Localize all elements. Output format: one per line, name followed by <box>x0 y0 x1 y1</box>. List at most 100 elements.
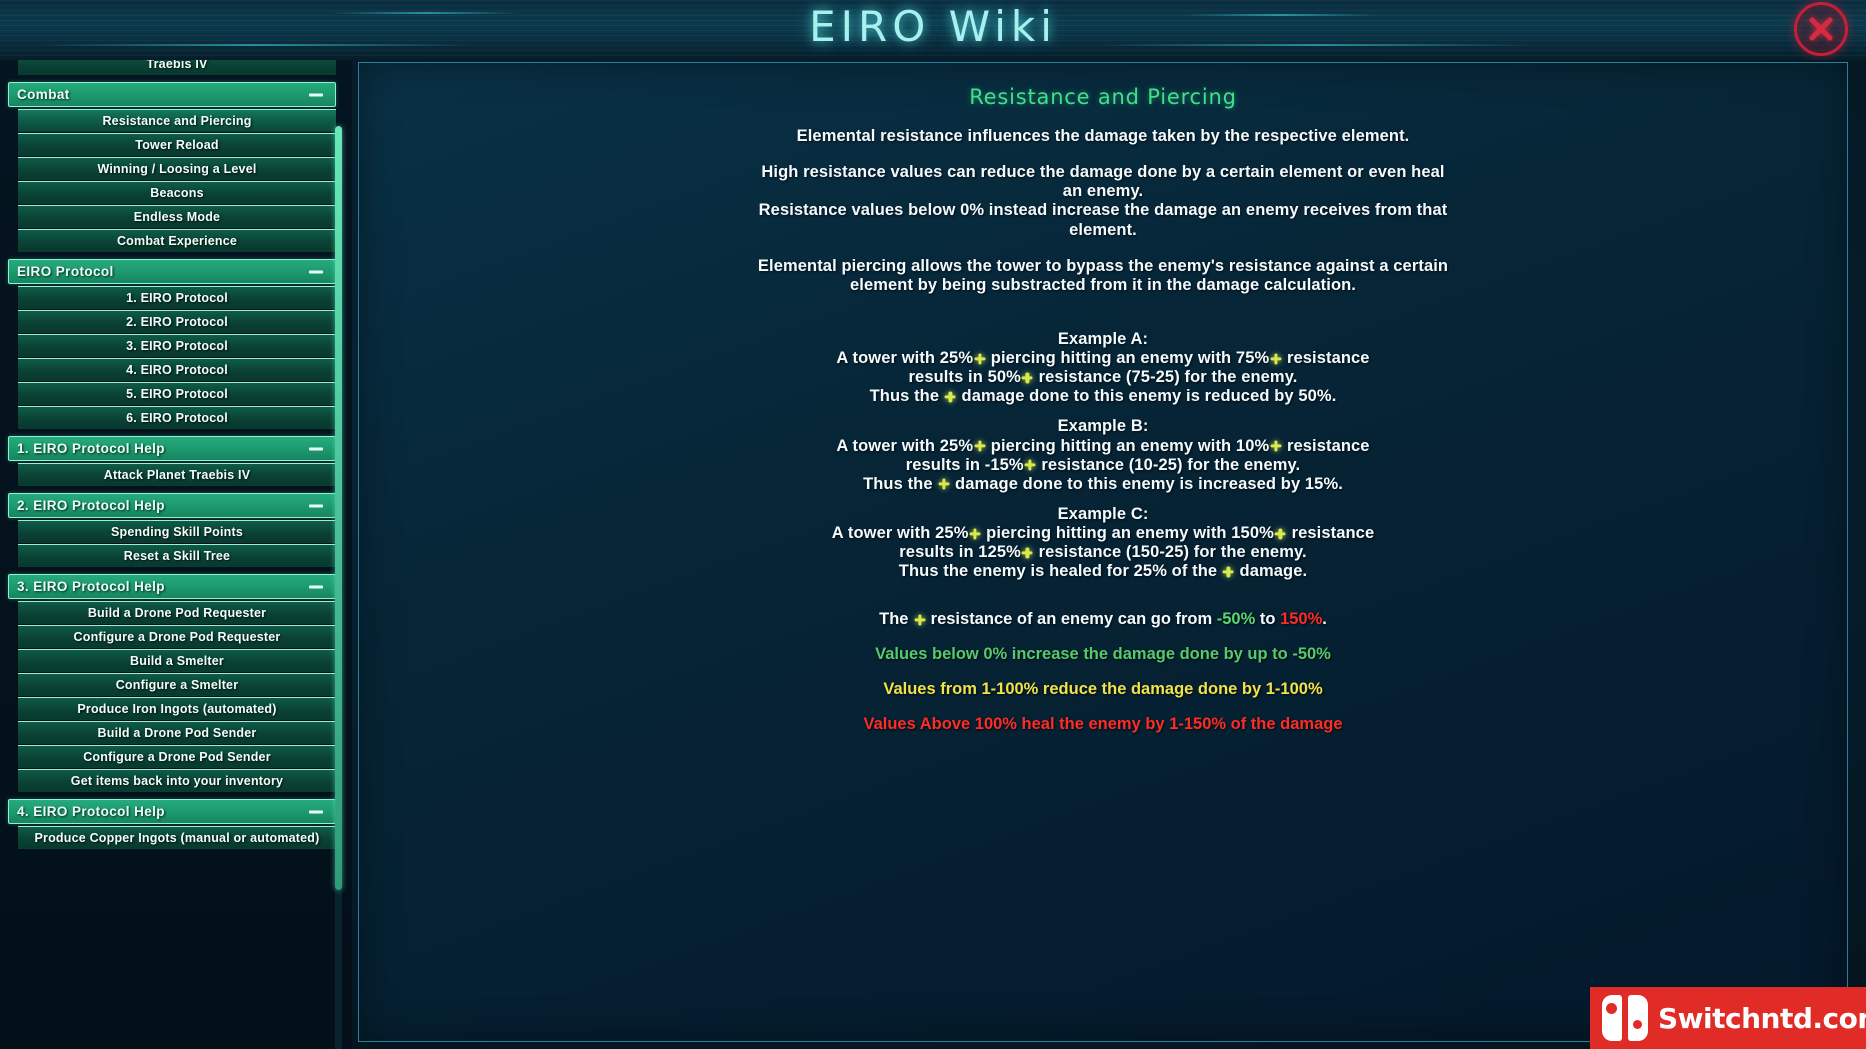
minus-icon[interactable] <box>309 504 323 507</box>
example-line1-part3: resistance <box>1286 349 1370 367</box>
range-mid: resistance of an enemy can go from <box>930 610 1213 629</box>
sidebar-item-label: Spending Skill Points <box>111 524 243 539</box>
range-joiner: to <box>1259 610 1276 629</box>
sidebar-item[interactable]: Configure a Drone Pod Sender <box>18 745 336 768</box>
example-block: Example C: A tower with 25% piercing hitt… <box>449 505 1757 582</box>
resistance-line-4: element. <box>1069 220 1137 239</box>
sidebar-item[interactable]: Tower Reload <box>18 133 336 156</box>
example-title: Example A: <box>1057 329 1149 348</box>
resistance-line-2: an enemy. <box>1062 182 1144 201</box>
range-low-value: -50% <box>1216 610 1256 629</box>
example-line3-part2: damage done to this enemy is reduced by … <box>961 387 1337 406</box>
sidebar-section-header[interactable]: EIRO Protocol <box>8 259 336 284</box>
example-line1-part3: resistance <box>1286 436 1370 455</box>
sidebar-item[interactable]: Spending Skill Points <box>18 520 336 543</box>
sidebar-item[interactable]: 6. EIRO Protocol <box>18 406 336 429</box>
example-line1-part1: A tower with 25% <box>836 436 974 455</box>
sidebar-section-header[interactable]: 3. EIRO Protocol Help <box>8 574 336 599</box>
sidebar-item[interactable]: Produce Copper Ingots (manual or automat… <box>18 826 336 849</box>
example-line2-part1: results in -15% <box>905 455 1024 474</box>
sidebar-item[interactable]: Configure a Drone Pod Requester <box>18 625 336 648</box>
sidebar-item[interactable]: Winning / Loosing a Level <box>18 157 336 180</box>
example-body: A tower with 25% piercing hitting an ene… <box>449 349 1757 406</box>
sidebar-item-label: Configure a Smelter <box>115 677 239 692</box>
sidebar-item-label: Endless Mode <box>133 209 221 224</box>
minus-icon[interactable] <box>309 93 323 96</box>
piercing-line-2: element by being substracted from it in … <box>850 275 1356 294</box>
sidebar-item[interactable]: 3. EIRO Protocol <box>18 334 336 357</box>
example-line2-part2: resistance (150-25) for the enemy. <box>1038 543 1307 562</box>
sidebar-item-label: Combat Experience <box>116 233 238 248</box>
sidebar-item[interactable]: Beacons <box>18 181 336 204</box>
sidebar-section-header[interactable]: 2. EIRO Protocol Help <box>8 493 336 518</box>
sidebar-item[interactable]: Configure a Smelter <box>18 673 336 696</box>
sidebar-item-label: 5. EIRO Protocol <box>126 386 228 401</box>
minus-icon[interactable] <box>309 810 323 813</box>
sidebar-section-header[interactable]: Combat <box>8 82 336 107</box>
piercing-paragraph: Elemental piercing allows the tower to b… <box>449 257 1757 295</box>
sidebar-item-label: Resistance and Piercing <box>102 113 252 128</box>
sidebar-item-label: Build a Drone Pod Requester <box>87 605 267 620</box>
example-line3-part1: Thus the <box>863 474 933 493</box>
minus-icon[interactable] <box>309 585 323 588</box>
eiro-wiki-window: EIRO Wiki Traebis IV Combat Resistance and… <box>0 0 1866 1049</box>
sidebar-item[interactable]: 5. EIRO Protocol <box>18 382 336 405</box>
minus-icon[interactable] <box>309 270 323 273</box>
watermark-text: Switchntd.com <box>1658 1001 1866 1035</box>
sidebar-item[interactable]: Resistance and Piercing <box>18 109 336 132</box>
sidebar-section-label: 1. EIRO Protocol Help <box>17 441 165 456</box>
sidebar-item[interactable]: Traebis IV <box>18 60 336 75</box>
sidebar-item[interactable]: Combat Experience <box>18 229 336 252</box>
nintendo-switch-icon <box>1602 995 1648 1041</box>
sidebar-item[interactable]: 4. EIRO Protocol <box>18 358 336 381</box>
sidebar-section-items: 1. EIRO Protocol 2. EIRO Protocol 3. EIRO … <box>8 286 336 429</box>
sidebar-section-header[interactable]: 1. EIRO Protocol Help <box>8 436 336 461</box>
title-bar: EIRO Wiki <box>0 0 1866 60</box>
example-line1-part2: piercing hitting an enemy with 75% <box>990 349 1270 367</box>
example-title: Example C: <box>1057 504 1149 523</box>
sidebar-section: 4. EIRO Protocol Help Produce Copper Ingo… <box>8 799 336 849</box>
example-line2-part1: results in 50% <box>908 368 1021 387</box>
summary-container: Values below 0% increase the damage done… <box>449 645 1757 734</box>
sidebar-item-label: Build a Smelter <box>130 653 224 668</box>
sidebar-section-items: Attack Planet Traebis IV <box>8 463 336 486</box>
example-body: A tower with 25% piercing hitting an ene… <box>449 437 1757 494</box>
sidebar-scrollbar-thumb[interactable] <box>335 126 342 890</box>
resistance-line-3: Resistance values below 0% instead incre… <box>758 201 1448 220</box>
sidebar-item[interactable]: 2. EIRO Protocol <box>18 310 336 333</box>
sidebar-item-label: Build a Drone Pod Sender <box>97 725 257 740</box>
sidebar-item-label: Produce Iron Ingots (automated) <box>77 701 277 716</box>
element-sparkle-icon <box>969 528 980 539</box>
sidebar-item[interactable]: Reset a Skill Tree <box>18 544 336 567</box>
sidebar-item-label: Tower Reload <box>135 137 219 152</box>
example-line1-part1: A tower with 25% <box>836 349 974 367</box>
sidebar-item-label: Beacons <box>150 185 204 200</box>
element-sparkle-icon <box>945 391 956 402</box>
sidebar-item-label: 3. EIRO Protocol <box>126 338 228 353</box>
sidebar-item[interactable]: Build a Drone Pod Sender <box>18 721 336 744</box>
example-line2-part1: results in 125% <box>899 543 1021 562</box>
range-period: . <box>1322 610 1327 629</box>
sidebar-section-header[interactable]: 4. EIRO Protocol Help <box>8 799 336 824</box>
sidebar-item[interactable]: 1. EIRO Protocol <box>18 286 336 309</box>
sidebar-item-label: Configure a Drone Pod Sender <box>83 749 271 764</box>
example-body: A tower with 25% piercing hitting an ene… <box>449 524 1757 581</box>
example-block: Example B: A tower with 25% piercing hitt… <box>449 417 1757 494</box>
sidebar-item[interactable]: Attack Planet Traebis IV <box>18 463 336 486</box>
sidebar-item[interactable]: Build a Smelter <box>18 649 336 672</box>
sidebar-item-label: 1. EIRO Protocol <box>126 290 228 305</box>
window-title: EIRO Wiki <box>809 2 1057 51</box>
element-sparkle-icon <box>1270 441 1281 452</box>
sidebar-section-label: Combat <box>17 87 70 102</box>
range-high-value: 150% <box>1280 610 1323 629</box>
sidebar-item[interactable]: Produce Iron Ingots (automated) <box>18 697 336 720</box>
sidebar-item[interactable]: Endless Mode <box>18 205 336 228</box>
sidebar-item-label: 4. EIRO Protocol <box>126 362 228 377</box>
minus-icon[interactable] <box>309 447 323 450</box>
sidebar-section-items: Resistance and Piercing Tower Reload Winni… <box>8 109 336 252</box>
close-icon[interactable] <box>1794 2 1848 56</box>
sidebar-item[interactable]: Get items back into your inventory <box>18 769 336 792</box>
sidebar-item[interactable]: Build a Drone Pod Requester <box>18 601 336 624</box>
